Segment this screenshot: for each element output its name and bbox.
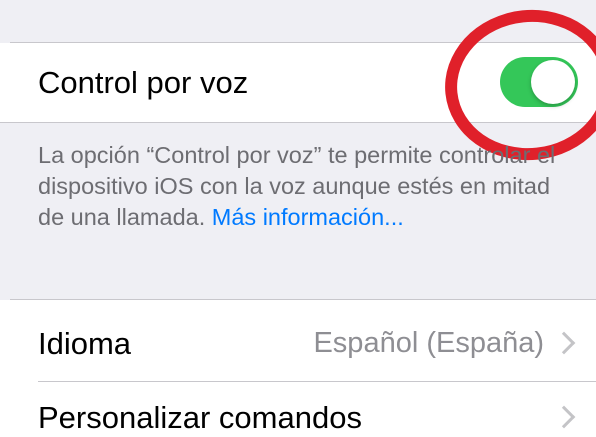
group-header-spacer: [0, 0, 596, 42]
customize-commands-row[interactable]: Personalizar comandos: [0, 382, 596, 437]
language-value: Español (España): [313, 327, 544, 359]
toggle-knob: [531, 60, 575, 104]
language-label: Idioma: [38, 326, 132, 361]
voice-control-label: Control por voz: [38, 65, 249, 100]
voice-control-toggle[interactable]: [500, 57, 578, 107]
language-row[interactable]: Idioma Español (España): [0, 300, 596, 382]
customize-commands-label: Personalizar comandos: [38, 400, 362, 435]
chevron-right-icon: [552, 331, 576, 355]
chevron-right-icon: [552, 405, 576, 429]
settings-screen: Control por voz La opción “Control por v…: [0, 0, 596, 437]
voice-control-description: La opción “Control por voz” te permite c…: [38, 140, 578, 233]
more-info-link[interactable]: Más información...: [212, 204, 404, 230]
